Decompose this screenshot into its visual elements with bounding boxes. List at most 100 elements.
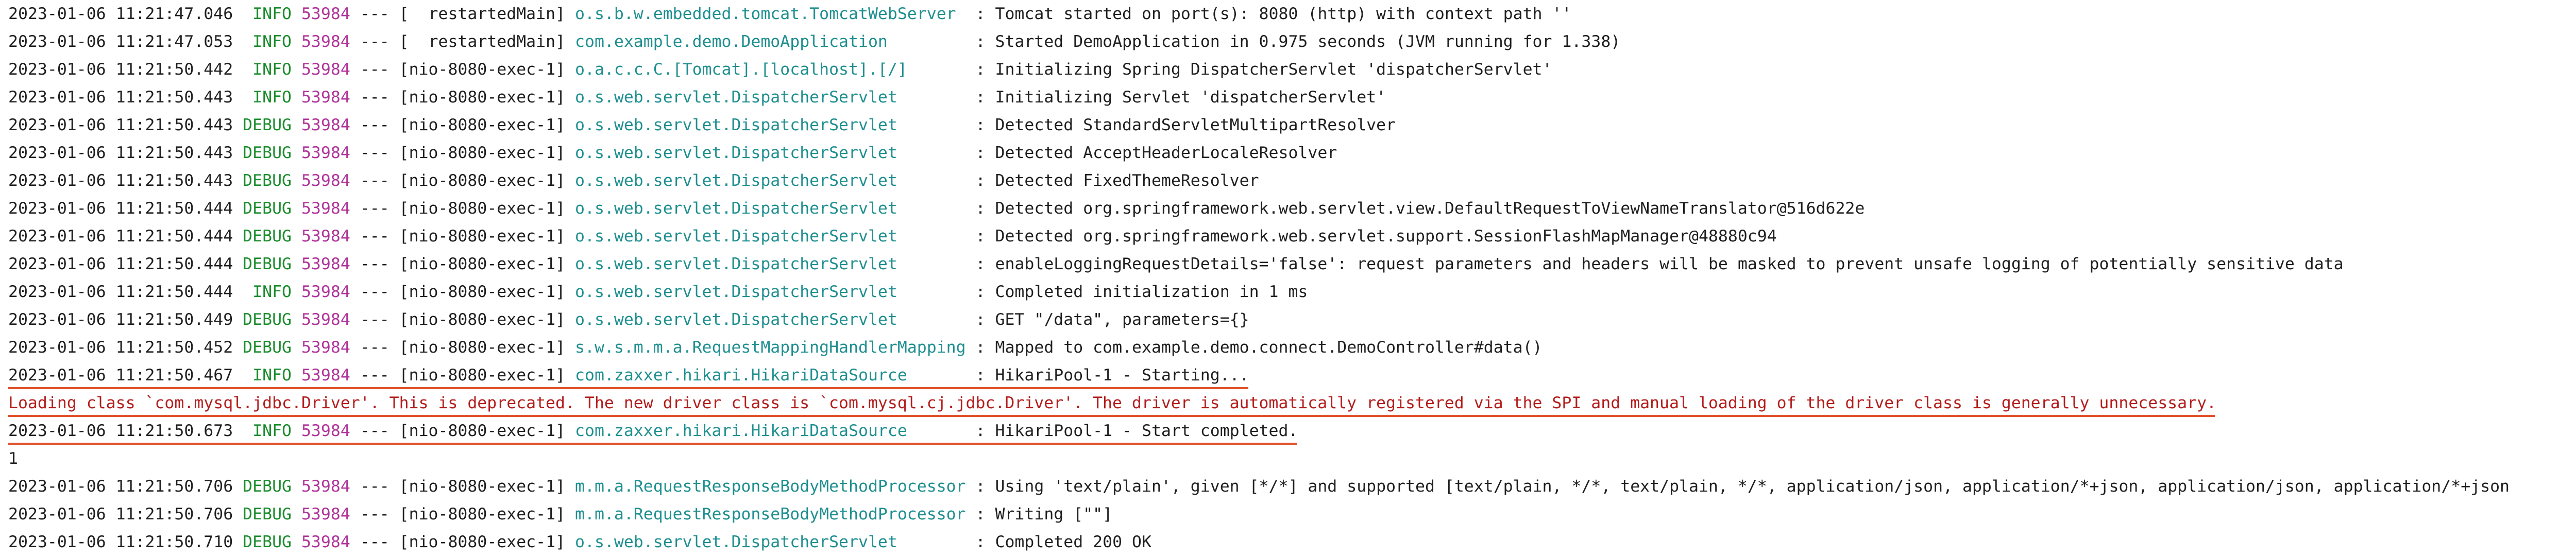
log-line: 2023-01-06 11:21:50.706 DEBUG 53984 --- …	[8, 473, 2510, 500]
log-separator: ---	[360, 283, 389, 301]
log-separator: ---	[360, 505, 389, 524]
output-text: 1	[8, 449, 18, 468]
log-date: 2023-01-06	[8, 533, 106, 551]
log-time: 11:21:50.444	[115, 199, 233, 218]
log-thread: [nio-8080-exec-1]	[399, 116, 566, 134]
plain-line: 1	[8, 445, 18, 473]
log-date: 2023-01-06	[8, 338, 106, 357]
log-pid: 53984	[301, 505, 350, 524]
log-message: : Writing [""]	[975, 505, 1113, 524]
log-date: 2023-01-06	[8, 32, 106, 51]
log-logger: m.m.a.RequestResponseBodyMethodProcessor	[575, 505, 966, 524]
log-message: : Completed 200 OK	[975, 533, 1151, 551]
log-logger: com.example.demo.DemoApplication	[575, 32, 966, 51]
log-line: 2023-01-06 11:21:50.443 INFO 53984 --- […	[8, 83, 1386, 111]
log-level: INFO	[243, 283, 292, 301]
log-level: INFO	[243, 422, 292, 440]
log-time: 11:21:50.443	[115, 116, 233, 134]
log-thread: [nio-8080-exec-1]	[399, 533, 566, 551]
log-time: 11:21:47.046	[115, 5, 233, 23]
log-logger: o.s.web.servlet.DispatcherServlet	[575, 116, 966, 134]
log-time: 11:21:50.467	[115, 366, 233, 385]
log-level: DEBUG	[243, 171, 292, 190]
log-line: 2023-01-06 11:21:50.442 INFO 53984 --- […	[8, 56, 1552, 83]
log-message: : Initializing Spring DispatcherServlet …	[975, 60, 1552, 79]
log-pid: 53984	[301, 5, 350, 23]
log-level: INFO	[243, 366, 292, 385]
log-separator: ---	[360, 310, 389, 329]
log-logger: o.s.web.servlet.DispatcherServlet	[575, 227, 966, 246]
log-time: 11:21:50.452	[115, 338, 233, 357]
log-separator: ---	[360, 338, 389, 357]
log-level: DEBUG	[243, 477, 292, 496]
log-thread: [nio-8080-exec-1]	[399, 422, 566, 440]
log-pid: 53984	[301, 60, 350, 79]
log-thread: [ restartedMain]	[399, 5, 566, 23]
log-message: : Using 'text/plain', given [*/*] and su…	[975, 477, 2510, 496]
log-time: 11:21:50.443	[115, 171, 233, 190]
log-logger: m.m.a.RequestResponseBodyMethodProcessor	[575, 477, 966, 496]
log-time: 11:21:50.706	[115, 505, 233, 524]
log-message: : Detected FixedThemeResolver	[975, 171, 1259, 190]
log-message: : enableLoggingRequestDetails='false': r…	[975, 255, 2344, 273]
log-message: : Detected AcceptHeaderLocaleResolver	[975, 144, 1337, 162]
log-date: 2023-01-06	[8, 116, 106, 134]
log-thread: [nio-8080-exec-1]	[399, 171, 566, 190]
log-line: 2023-01-06 11:21:50.467 INFO 53984 --- […	[8, 361, 1249, 389]
log-thread: [nio-8080-exec-1]	[399, 505, 566, 524]
log-pid: 53984	[301, 88, 350, 107]
log-time: 11:21:50.710	[115, 533, 233, 551]
log-separator: ---	[360, 5, 389, 23]
log-level: DEBUG	[243, 310, 292, 329]
red-underline-annotation	[8, 443, 1297, 445]
log-level: DEBUG	[243, 144, 292, 162]
log-message: : Mapped to com.example.demo.connect.Dem…	[975, 338, 1543, 357]
log-pid: 53984	[301, 533, 350, 551]
log-level: DEBUG	[243, 116, 292, 134]
error-line: Loading class `com.mysql.jdbc.Driver'. T…	[8, 389, 2216, 417]
console-output: 2023-01-06 11:21:47.046 INFO 53984 --- […	[0, 0, 2576, 558]
log-level: DEBUG	[243, 199, 292, 218]
log-date: 2023-01-06	[8, 88, 106, 107]
log-line: 2023-01-06 11:21:50.673 INFO 53984 --- […	[8, 417, 1298, 445]
log-level: DEBUG	[243, 338, 292, 357]
log-level: INFO	[243, 88, 292, 107]
log-pid: 53984	[301, 116, 350, 134]
log-message: : Detected org.springframework.web.servl…	[975, 227, 1777, 246]
log-logger: com.zaxxer.hikari.HikariDataSource	[575, 366, 966, 385]
log-thread: [nio-8080-exec-1]	[399, 366, 566, 385]
log-logger: o.a.c.c.C.[Tomcat].[localhost].[/]	[575, 60, 966, 79]
log-time: 11:21:47.053	[115, 32, 233, 51]
log-pid: 53984	[301, 255, 350, 273]
log-date: 2023-01-06	[8, 505, 106, 524]
log-logger: o.s.web.servlet.DispatcherServlet	[575, 171, 966, 190]
log-thread: [nio-8080-exec-1]	[399, 227, 566, 246]
log-pid: 53984	[301, 171, 350, 190]
log-time: 11:21:50.444	[115, 255, 233, 273]
log-time: 11:21:50.706	[115, 477, 233, 496]
log-time: 11:21:50.442	[115, 60, 233, 79]
log-pid: 53984	[301, 32, 350, 51]
log-thread: [nio-8080-exec-1]	[399, 310, 566, 329]
log-line: 2023-01-06 11:21:50.444 DEBUG 53984 --- …	[8, 195, 1865, 222]
log-line: 2023-01-06 11:21:47.046 INFO 53984 --- […	[8, 0, 1571, 28]
log-time: 11:21:50.443	[115, 144, 233, 162]
log-time: 11:21:50.449	[115, 310, 233, 329]
log-logger: o.s.web.servlet.DispatcherServlet	[575, 88, 966, 107]
log-line: 2023-01-06 11:21:50.710 DEBUG 53984 --- …	[8, 528, 1151, 556]
log-separator: ---	[360, 255, 389, 273]
log-level: INFO	[243, 60, 292, 79]
log-date: 2023-01-06	[8, 171, 106, 190]
log-logger: o.s.web.servlet.DispatcherServlet	[575, 533, 966, 551]
log-line: 2023-01-06 11:21:50.444 INFO 53984 --- […	[8, 278, 1308, 306]
log-separator: ---	[360, 422, 389, 440]
log-level: DEBUG	[243, 227, 292, 246]
log-line: 2023-01-06 11:21:50.443 DEBUG 53984 --- …	[8, 111, 1396, 139]
log-separator: ---	[360, 60, 389, 79]
log-pid: 53984	[301, 199, 350, 218]
log-message: : Completed initialization in 1 ms	[975, 283, 1308, 301]
log-separator: ---	[360, 116, 389, 134]
log-line: 2023-01-06 11:21:50.444 DEBUG 53984 --- …	[8, 250, 2344, 278]
log-message: : Started DemoApplication in 0.975 secon…	[975, 32, 1621, 51]
log-separator: ---	[360, 32, 389, 51]
